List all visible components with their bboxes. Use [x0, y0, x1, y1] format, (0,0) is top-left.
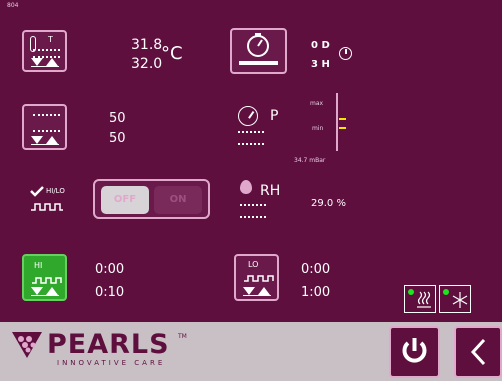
heating-tile[interactable] — [22, 104, 67, 150]
up-down-arrows-icon — [31, 287, 59, 296]
lo-timer-label: LO — [248, 260, 259, 269]
humidity-heat-icon — [240, 204, 266, 218]
power-button[interactable] — [389, 326, 440, 378]
timer-hours: 3 H — [311, 59, 330, 70]
humidity-drop-icon — [240, 180, 252, 194]
humidity-label: RH — [260, 183, 281, 199]
pressure-max-label: max — [310, 100, 324, 107]
pressure-min-label: min — [312, 125, 324, 132]
timer-tile[interactable] — [230, 28, 287, 74]
clock-icon — [339, 47, 352, 60]
hilo-wave-icon — [31, 203, 63, 211]
pearls-logo-icon — [12, 332, 42, 358]
hilo-label: HI/LO — [46, 187, 65, 195]
pressure-heat-icon — [238, 131, 264, 145]
heat-icon — [33, 49, 60, 58]
hilo-toggle[interactable]: OFF ON — [93, 179, 210, 219]
check-icon — [30, 186, 44, 197]
humidity-value: 29.0 % — [311, 198, 346, 209]
pressure-gauge-icon — [238, 106, 258, 126]
screen-id: 804 — [7, 2, 19, 9]
pressure-min-indicator — [339, 127, 346, 129]
cooling-mode-led — [443, 289, 449, 295]
back-chevron-icon — [470, 338, 486, 366]
up-down-arrows-icon — [31, 136, 59, 145]
brand-tm: TM — [178, 333, 187, 340]
temperature-setpoint: 31.8 — [131, 37, 163, 53]
hilo-on-button[interactable]: ON — [154, 186, 202, 214]
pressure-max-indicator — [339, 118, 346, 120]
up-down-arrows-icon — [243, 287, 271, 296]
hi-timer-tile[interactable]: HI — [22, 254, 67, 301]
heating-actual: 50 — [109, 131, 126, 146]
hi-timer-time1: 0:00 — [95, 262, 125, 277]
hilo-off-button[interactable]: OFF — [101, 186, 149, 214]
heating-setpoint: 50 — [109, 111, 126, 126]
heating-mode-led — [408, 289, 414, 295]
pressure-reading: 34.7 mBar — [294, 157, 326, 164]
brand-name: PEARLS — [47, 329, 170, 360]
timer-days: 0 D — [311, 40, 330, 51]
pressure-label: P — [270, 108, 279, 124]
temperature-unit: °C — [161, 43, 183, 64]
hi-wave-icon — [32, 277, 62, 284]
pressure-scale — [336, 93, 338, 151]
back-button[interactable] — [454, 326, 502, 378]
lo-timer-tile[interactable]: LO — [234, 254, 279, 301]
lo-timer-time1: 0:00 — [301, 262, 331, 277]
hi-timer-time2: 0:10 — [95, 285, 125, 300]
brand-tagline: INNOVATIVE CARE — [57, 359, 166, 367]
power-icon — [402, 338, 427, 363]
up-down-arrows-icon — [31, 58, 59, 67]
temperature-actual: 32.0 — [131, 56, 163, 72]
heater-icon — [33, 114, 60, 132]
timer-icon — [239, 33, 278, 65]
lo-wave-icon — [244, 275, 274, 282]
heating-mode-icon[interactable] — [404, 285, 436, 313]
cooling-mode-icon[interactable] — [439, 285, 471, 313]
temperature-tile-label: T — [48, 35, 53, 44]
hi-timer-label: HI — [34, 261, 43, 270]
lo-timer-time2: 1:00 — [301, 285, 331, 300]
temperature-tile[interactable]: T — [22, 30, 67, 72]
